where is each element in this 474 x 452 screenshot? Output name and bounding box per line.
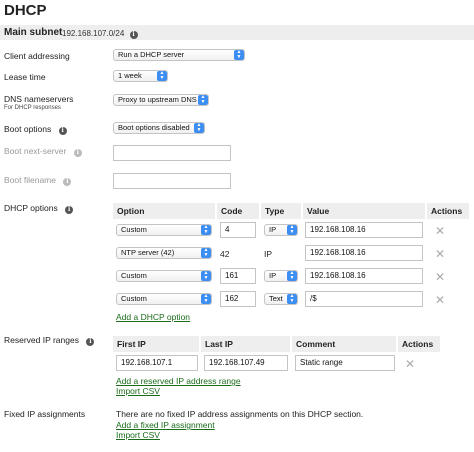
dhcp-option-select[interactable]: Custom ▲ ▼ bbox=[116, 293, 212, 305]
dns-nameservers-value: Proxy to upstream DNS bbox=[118, 95, 197, 104]
select-arrows-icon: ▲ ▼ bbox=[201, 294, 211, 304]
delete-icon[interactable]: ✕ bbox=[435, 225, 445, 237]
boot-options-value: Boot options disabled bbox=[118, 123, 190, 132]
dhcp-type-text: IP bbox=[264, 249, 273, 259]
import-csv-link[interactable]: Import CSV bbox=[116, 386, 160, 396]
column-header-first-ip: First IP bbox=[113, 336, 199, 352]
column-header-actions: Actions bbox=[427, 203, 469, 219]
client-addressing-label: Client addressing bbox=[4, 51, 70, 61]
subnet-address: 192.168.107.0/24 bbox=[62, 29, 125, 38]
column-header-code: Code bbox=[217, 203, 259, 219]
select-arrows-icon: ▲ ▼ bbox=[194, 123, 204, 133]
dhcp-option-value: NTP server (42) bbox=[121, 248, 175, 257]
dhcp-value-input[interactable]: 192.168.108.16 bbox=[305, 245, 423, 261]
delete-icon[interactable]: ✕ bbox=[435, 248, 445, 260]
select-arrows-icon: ▲ ▼ bbox=[201, 225, 211, 235]
add-dhcp-option-link[interactable]: Add a DHCP option bbox=[116, 312, 190, 322]
boot-options-label: Boot options i bbox=[4, 124, 67, 135]
select-arrows-icon: ▲ ▼ bbox=[287, 225, 297, 235]
info-icon[interactable]: i bbox=[129, 31, 138, 39]
dhcp-options-label: DHCP options i bbox=[4, 203, 74, 214]
subnet-label: Main subnet bbox=[4, 27, 63, 38]
info-icon[interactable]: i bbox=[73, 149, 82, 157]
column-header-value: Value bbox=[303, 203, 425, 219]
add-reserved-range-link[interactable]: Add a reserved IP address range bbox=[116, 376, 241, 386]
add-fixed-ip-link[interactable]: Add a fixed IP assignment bbox=[116, 420, 215, 430]
delete-icon[interactable]: ✕ bbox=[405, 358, 415, 370]
dhcp-value-input[interactable]: 192.168.108.16 bbox=[305, 268, 423, 284]
column-header-option: Option bbox=[113, 203, 215, 219]
boot-filename-input[interactable] bbox=[113, 173, 231, 189]
first-ip-input[interactable]: 192.168.107.1 bbox=[116, 355, 198, 371]
dhcp-option-select[interactable]: NTP server (42) ▲ ▼ bbox=[116, 247, 212, 259]
column-header-type: Type bbox=[261, 203, 301, 219]
fixed-ip-empty-message: There are no fixed IP address assignment… bbox=[116, 409, 364, 419]
client-addressing-value: Run a DHCP server bbox=[118, 50, 185, 59]
boot-options-text: Boot options bbox=[4, 124, 52, 134]
page-title: DHCP bbox=[4, 2, 47, 19]
info-icon[interactable]: i bbox=[63, 178, 72, 186]
subnet-value: 192.168.107.0/24 i bbox=[62, 29, 138, 39]
dhcp-option-select[interactable]: Custom ▲ ▼ bbox=[116, 270, 212, 282]
lease-time-label: Lease time bbox=[4, 72, 46, 82]
dhcp-option-select[interactable]: Custom ▲ ▼ bbox=[116, 224, 212, 236]
reserved-ip-ranges-label: Reserved IP ranges i bbox=[4, 335, 95, 346]
dhcp-code-input[interactable]: 161 bbox=[220, 268, 256, 284]
last-ip-input[interactable]: 192.168.107.49 bbox=[204, 355, 288, 371]
dhcp-type-value: Text bbox=[269, 294, 283, 303]
comment-input[interactable]: Static range bbox=[295, 355, 395, 371]
client-addressing-select[interactable]: Run a DHCP server ▲ ▼ bbox=[113, 49, 245, 61]
dhcp-code-input[interactable]: 4 bbox=[220, 222, 256, 238]
boot-options-select[interactable]: Boot options disabled ▲ ▼ bbox=[113, 122, 205, 134]
lease-time-select[interactable]: 1 week ▲ ▼ bbox=[113, 70, 168, 82]
dhcp-value-input[interactable]: 192.168.108.16 bbox=[305, 222, 423, 238]
dhcp-type-select[interactable]: Text ▲ ▼ bbox=[264, 293, 298, 305]
info-icon[interactable]: i bbox=[65, 206, 74, 214]
import-csv-link[interactable]: Import CSV bbox=[116, 430, 160, 440]
dns-nameservers-select[interactable]: Proxy to upstream DNS ▲ ▼ bbox=[113, 94, 209, 106]
reserved-ip-ranges-text: Reserved IP ranges bbox=[4, 335, 79, 345]
select-arrows-icon: ▲ ▼ bbox=[234, 50, 244, 60]
select-arrows-icon: ▲ ▼ bbox=[201, 248, 211, 258]
dns-nameservers-sublabel: For DHCP responses bbox=[4, 105, 61, 111]
delete-icon[interactable]: ✕ bbox=[435, 271, 445, 283]
dhcp-type-select[interactable]: IP ▲ ▼ bbox=[264, 270, 298, 282]
dhcp-option-value: Custom bbox=[121, 294, 147, 303]
select-arrows-icon: ▲ ▼ bbox=[157, 71, 167, 81]
boot-filename-text: Boot filename bbox=[4, 175, 56, 185]
dhcp-option-value: Custom bbox=[121, 271, 147, 280]
column-header-comment: Comment bbox=[292, 336, 396, 352]
info-icon[interactable]: i bbox=[58, 127, 67, 135]
boot-next-server-input[interactable] bbox=[113, 145, 231, 161]
select-arrows-icon: ▲ ▼ bbox=[201, 271, 211, 281]
boot-filename-label: Boot filename i bbox=[4, 175, 72, 186]
dhcp-code-input[interactable]: 162 bbox=[220, 291, 256, 307]
boot-next-server-label: Boot next-server i bbox=[4, 146, 82, 157]
fixed-ip-assignments-label: Fixed IP assignments bbox=[4, 409, 86, 419]
dhcp-options-text: DHCP options bbox=[4, 203, 58, 213]
select-arrows-icon: ▲ ▼ bbox=[287, 294, 297, 304]
lease-time-value: 1 week bbox=[118, 71, 142, 80]
select-arrows-icon: ▲ ▼ bbox=[287, 271, 297, 281]
info-icon[interactable]: i bbox=[86, 338, 95, 346]
dhcp-type-value: IP bbox=[269, 271, 277, 280]
dhcp-value-input[interactable]: /$ bbox=[305, 291, 423, 307]
column-header-last-ip: Last IP bbox=[201, 336, 290, 352]
dhcp-type-value: IP bbox=[269, 225, 277, 234]
dns-nameservers-label: DNS nameservers bbox=[4, 94, 74, 104]
boot-next-server-text: Boot next-server bbox=[4, 146, 67, 156]
dhcp-option-value: Custom bbox=[121, 225, 147, 234]
dhcp-type-select[interactable]: IP ▲ ▼ bbox=[264, 224, 298, 236]
dhcp-code-text: 42 bbox=[220, 249, 230, 259]
delete-icon[interactable]: ✕ bbox=[435, 294, 445, 306]
column-header-actions: Actions bbox=[398, 336, 440, 352]
select-arrows-icon: ▲ ▼ bbox=[198, 95, 208, 105]
